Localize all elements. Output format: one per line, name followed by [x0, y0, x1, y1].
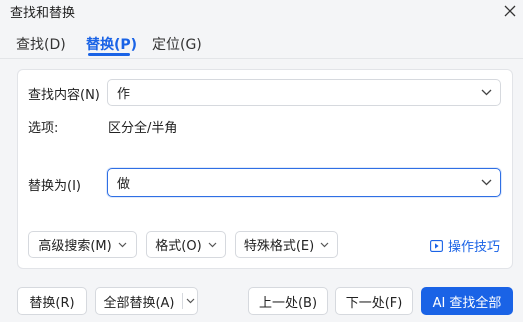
ai-find-all-button[interactable]: AI 查找全部 [421, 287, 513, 315]
options-value: 区分全/半角 [108, 121, 178, 136]
special-format-label: 特殊格式(E) [243, 239, 315, 254]
options-label: 选项: [28, 121, 59, 136]
find-label: 查找内容(N) [28, 88, 100, 103]
chevron-down-icon [320, 242, 329, 247]
tips-link[interactable]: 操作技巧 [430, 236, 500, 255]
chevron-down-icon [118, 242, 127, 247]
replace-all-label[interactable]: 全部替换(A) [96, 288, 182, 314]
tab-replace[interactable]: 替换(P) [86, 34, 137, 54]
find-dropdown-button[interactable] [472, 80, 500, 105]
tab-find[interactable]: 查找(D) [16, 34, 66, 54]
find-input[interactable]: 作 [117, 83, 472, 102]
chevron-down-icon [186, 298, 194, 304]
ai-find-all-label: AI 查找全部 [432, 295, 502, 311]
close-icon [504, 5, 516, 17]
play-video-icon [430, 239, 443, 252]
title-bar: 查找和替换 [0, 0, 523, 22]
previous-button[interactable]: 上一处(B) [248, 287, 328, 315]
replace-all-button[interactable]: 全部替换(A) [95, 287, 198, 315]
close-button[interactable] [499, 0, 521, 22]
find-combobox[interactable]: 作 [107, 79, 501, 106]
advanced-search-button[interactable]: 高级搜索(M) [28, 231, 137, 258]
format-button[interactable]: 格式(O) [146, 231, 226, 258]
format-label: 格式(O) [155, 239, 202, 254]
replace-button-label: 替换(R) [29, 295, 75, 311]
next-button-label: 下一处(F) [345, 295, 403, 311]
chevron-down-icon [481, 89, 491, 96]
advanced-search-label: 高级搜索(M) [38, 239, 112, 254]
chevron-down-icon [481, 179, 491, 186]
chevron-down-icon [208, 242, 217, 247]
replace-button[interactable]: 替换(R) [17, 287, 87, 315]
replace-label: 替换为(I) [28, 179, 81, 194]
replace-all-dropdown[interactable] [183, 288, 197, 314]
tabs-divider [0, 58, 523, 59]
next-button[interactable]: 下一处(F) [335, 287, 413, 315]
previous-button-label: 上一处(B) [258, 295, 318, 311]
replace-dropdown-button[interactable] [472, 169, 500, 196]
active-tab-indicator [88, 53, 130, 56]
tab-goto[interactable]: 定位(G) [152, 34, 202, 54]
replace-input[interactable]: 做 [117, 173, 472, 192]
tips-label: 操作技巧 [448, 240, 501, 255]
window-title: 查找和替换 [10, 6, 76, 21]
special-format-button[interactable]: 特殊格式(E) [235, 231, 338, 258]
replace-combobox[interactable]: 做 [107, 168, 501, 197]
